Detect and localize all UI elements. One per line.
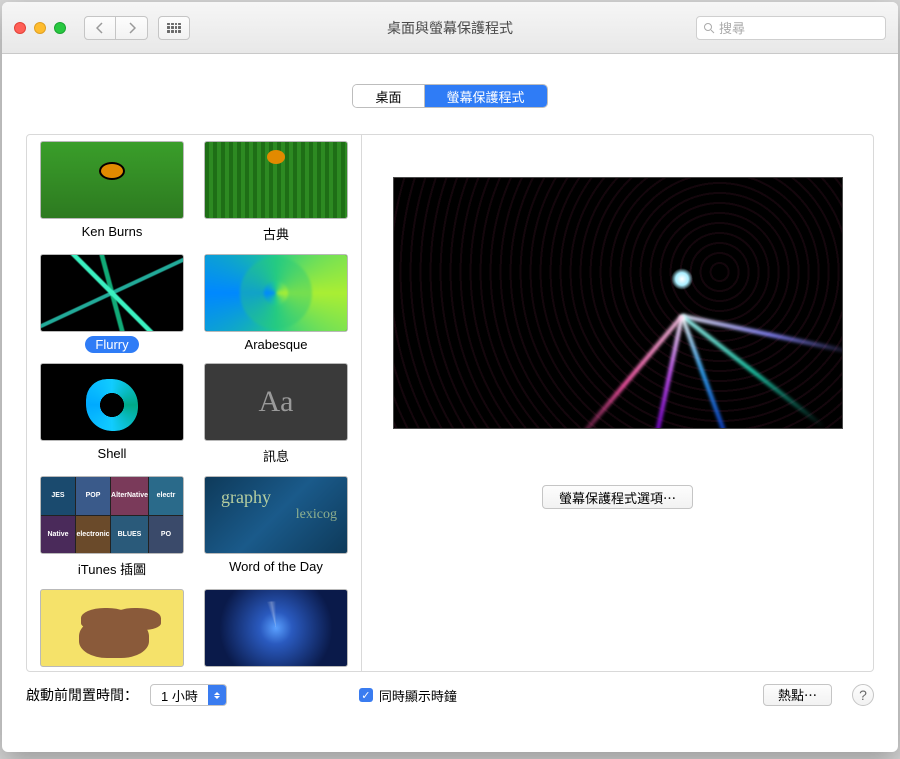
stepper-arrows-icon bbox=[208, 685, 226, 705]
show-all-button[interactable] bbox=[158, 16, 190, 40]
tab-desktop[interactable]: 桌面 bbox=[353, 85, 424, 107]
saver-label: 訊息 bbox=[253, 445, 299, 466]
checkbox-checked-icon: ✓ bbox=[359, 688, 373, 702]
tab-screensaver[interactable]: 螢幕保護程式 bbox=[425, 85, 547, 107]
saver-thumb bbox=[40, 363, 184, 441]
screensaver-list[interactable]: Ken Burns 古典 Flurry Arabesque Shell Aa 訊… bbox=[27, 135, 362, 671]
saver-item-itunes[interactable]: JESPOPAlterNativeelectr Nativeelectronic… bbox=[37, 470, 187, 579]
screensaver-options-button[interactable]: 螢幕保護程式選項⋯ bbox=[542, 485, 693, 509]
titlebar: 桌面與螢幕保護程式 搜尋 bbox=[2, 2, 898, 54]
saver-item-kenburns[interactable]: Ken Burns bbox=[37, 135, 187, 244]
saver-label: 古典 bbox=[253, 223, 299, 244]
screensaver-preview[interactable] bbox=[393, 177, 843, 429]
search-field[interactable]: 搜尋 bbox=[696, 16, 886, 40]
saver-thumb: JESPOPAlterNativeelectr Nativeelectronic… bbox=[40, 476, 184, 554]
saver-item-classic[interactable]: 古典 bbox=[201, 135, 351, 244]
saver-item-shell[interactable]: Shell bbox=[37, 357, 187, 466]
saver-thumb: Aa bbox=[204, 363, 348, 441]
saver-thumb bbox=[204, 254, 348, 332]
saver-thumb bbox=[40, 589, 184, 667]
back-button[interactable] bbox=[84, 16, 116, 40]
saver-item-message[interactable]: Aa 訊息 bbox=[201, 357, 351, 466]
forward-button[interactable] bbox=[116, 16, 148, 40]
close-button[interactable] bbox=[14, 22, 26, 34]
preferences-window: 桌面與螢幕保護程式 搜尋 桌面 螢幕保護程式 Ken Burns 古典 Flur… bbox=[2, 2, 898, 752]
saver-thumb bbox=[40, 254, 184, 332]
saver-item-arabesque[interactable]: Arabesque bbox=[201, 248, 351, 353]
saver-label: Word of the Day bbox=[219, 558, 333, 575]
tabs-row: 桌面 螢幕保護程式 bbox=[2, 54, 898, 118]
window-controls bbox=[14, 22, 66, 34]
start-after-select[interactable]: 1 小時 bbox=[150, 684, 227, 706]
saver-label: Flurry bbox=[85, 336, 138, 353]
start-after-label: 啟動前閒置時間： bbox=[26, 685, 138, 705]
grid-icon bbox=[167, 23, 181, 33]
saver-thumb bbox=[204, 141, 348, 219]
search-placeholder: 搜尋 bbox=[719, 18, 745, 37]
start-after-value: 1 小時 bbox=[151, 686, 208, 705]
saver-item-random[interactable]: 隨機 bbox=[201, 583, 351, 671]
show-clock-checkbox[interactable]: ✓ 同時顯示時鐘 bbox=[359, 686, 457, 705]
saver-item-flurry[interactable]: Flurry bbox=[37, 248, 187, 353]
saver-item-line[interactable]: LINEScreenSa... bbox=[37, 583, 187, 671]
help-button[interactable]: ? bbox=[852, 684, 874, 706]
preview-panel: 螢幕保護程式選項⋯ bbox=[362, 135, 873, 671]
saver-label: Ken Burns bbox=[72, 223, 153, 240]
bottom-controls: 啟動前閒置時間： 1 小時 ✓ 同時顯示時鐘 熱點⋯ ? bbox=[2, 672, 898, 706]
saver-label: iTunes 插圖 bbox=[68, 558, 156, 579]
search-icon bbox=[703, 22, 715, 34]
show-clock-label: 同時顯示時鐘 bbox=[379, 686, 457, 705]
saver-label: Shell bbox=[88, 445, 137, 462]
tab-segmented-control: 桌面 螢幕保護程式 bbox=[352, 84, 547, 108]
saver-thumb bbox=[204, 589, 348, 667]
minimize-button[interactable] bbox=[34, 22, 46, 34]
saver-item-wotd[interactable]: Word of the Day bbox=[201, 470, 351, 579]
content-panel: Ken Burns 古典 Flurry Arabesque Shell Aa 訊… bbox=[26, 134, 874, 672]
hot-corners-button[interactable]: 熱點⋯ bbox=[763, 684, 832, 706]
zoom-button[interactable] bbox=[54, 22, 66, 34]
flurry-preview-graphic bbox=[394, 178, 842, 428]
saver-thumb bbox=[40, 141, 184, 219]
saver-label: Arabesque bbox=[235, 336, 318, 353]
nav-buttons bbox=[84, 16, 148, 40]
saver-thumb bbox=[204, 476, 348, 554]
